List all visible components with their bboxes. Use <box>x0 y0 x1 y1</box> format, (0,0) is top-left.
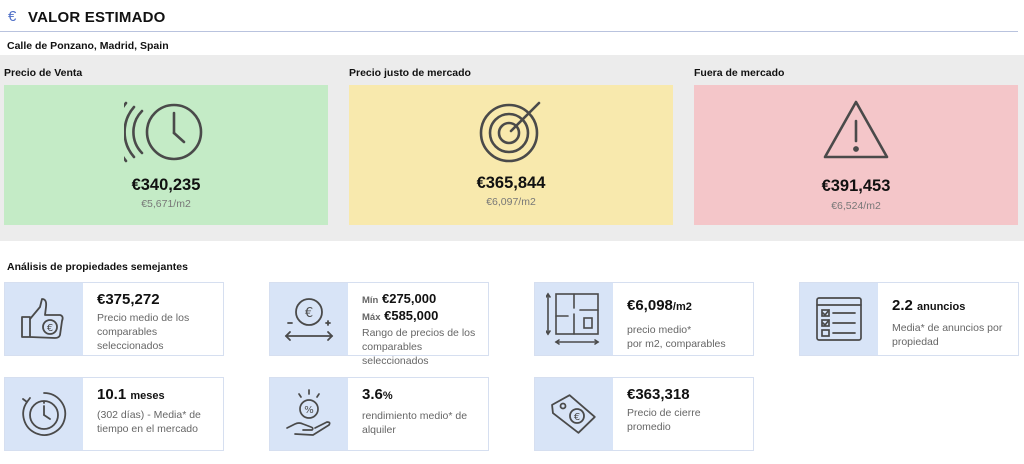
off-market-card: €391,453 €6,524/m2 <box>694 85 1018 225</box>
price-per-m2-value: €6,098 <box>627 297 673 314</box>
svg-text:€: € <box>47 323 53 334</box>
off-market-per-m2: €6,524/m2 <box>831 200 881 212</box>
fair-price-value: €365,844 <box>476 174 546 192</box>
rental-yield-value: 3.6 <box>362 386 383 403</box>
off-market-value: €391,453 <box>821 177 891 195</box>
stat-closing-price: € €363,318 Precio de cierre promedio <box>534 377 754 451</box>
floor-plan-icon <box>546 292 600 345</box>
price-per-m2-desc-line1: precio medio* <box>627 324 692 336</box>
thumbs-up-euro-icon: € <box>21 298 64 339</box>
closing-price-desc: Precio de cierre promedio <box>627 407 701 433</box>
min-price-value: €275,000 <box>381 291 437 306</box>
price-per-m2-desc-line2: por m2, comparables <box>627 338 726 350</box>
euro-icon: € <box>8 8 17 25</box>
page-title: VALOR ESTIMADO <box>28 9 166 26</box>
listing-icon <box>816 297 862 341</box>
min-label: Mín <box>362 295 379 306</box>
fair-price-per-m2: €6,097/m2 <box>486 196 536 208</box>
price-tag-icon: € <box>551 394 596 434</box>
svg-text:€: € <box>305 306 313 321</box>
warning-icon <box>823 100 889 159</box>
average-price-value: €375,272 <box>97 291 160 308</box>
time-on-market-value: 10.1 <box>97 386 127 403</box>
rental-yield-desc: rendimiento medio* de alquiler <box>362 410 468 436</box>
off-market-label: Fuera de mercado <box>694 67 785 79</box>
price-estimates-panel: Precio de Venta €340,235 €5,671/m2 Preci… <box>0 55 1024 241</box>
price-range-desc: Rango de precios de los comparables sele… <box>362 327 476 367</box>
fair-price-card: €365,844 €6,097/m2 <box>349 85 673 225</box>
time-on-market-unit: meses <box>130 390 165 402</box>
stat-time-on-market: 10.1 meses (302 días) - Media* de tiempo… <box>4 377 224 451</box>
sale-price-card: €340,235 €5,671/m2 <box>4 85 328 225</box>
time-on-market-desc: (302 días) - Media* de tiempo en el merc… <box>97 409 201 435</box>
stat-average-price: € €375,272 Precio medio de los comparabl… <box>4 282 224 356</box>
sale-price-value: €340,235 <box>131 176 201 194</box>
sale-price-per-m2: €5,671/m2 <box>141 198 191 210</box>
sale-price-label: Precio de Venta <box>4 67 83 79</box>
hand-percent-icon: % <box>286 389 331 436</box>
analysis-heading: Análisis de propiedades semejantes <box>7 261 188 273</box>
svg-text:€: € <box>574 412 580 423</box>
price-per-m2-unit: /m2 <box>672 301 692 313</box>
listings-desc: Media* de anuncios por propiedad <box>892 322 1003 348</box>
max-label: Máx <box>362 312 381 323</box>
section-header: € VALOR ESTIMADO <box>0 0 1018 32</box>
stat-price-per-m2: €6,098/m2 precio medio* por m2, comparab… <box>534 282 754 356</box>
clock-icon <box>124 101 203 163</box>
average-price-desc: Precio medio de los comparables seleccio… <box>97 312 190 352</box>
stat-rental-yield: % 3.6% rendimiento medio* de alquiler <box>269 377 489 451</box>
stat-listings: 2.2 anuncios Media* de anuncios por prop… <box>799 282 1019 356</box>
max-price-value: €585,000 <box>384 308 439 323</box>
property-address: Calle de Ponzano, Madrid, Spain <box>7 40 169 52</box>
coin-range-icon: € <box>284 298 334 341</box>
closing-price-value: €363,318 <box>627 386 690 403</box>
fair-price-label: Precio justo de mercado <box>349 67 471 79</box>
rental-yield-unit: % <box>382 390 393 402</box>
stopwatch-icon <box>22 392 67 436</box>
stat-price-range: € Mín €275,000 Máx €585,000 Rango de pre… <box>269 282 489 367</box>
listings-unit: anuncios <box>917 301 966 313</box>
svg-text:%: % <box>304 405 314 416</box>
listings-value: 2.2 <box>892 297 913 314</box>
target-icon <box>479 101 541 163</box>
